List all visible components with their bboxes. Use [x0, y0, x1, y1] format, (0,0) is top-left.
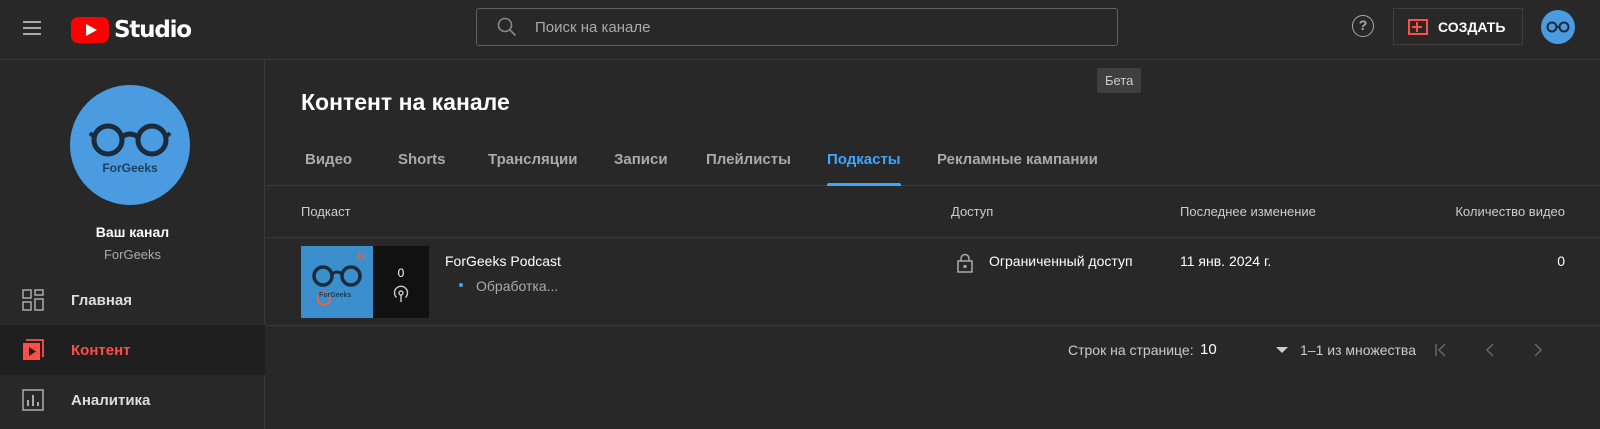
top-bar: Studio ? СОЗДАТЬ	[0, 0, 1600, 60]
page-range: 1–1 из множества	[1300, 342, 1416, 358]
avatar-channel-text: ForGeeks	[102, 161, 158, 175]
dashboard-icon	[22, 289, 44, 311]
glasses-icon	[88, 123, 172, 157]
episode-count: 0	[397, 266, 405, 280]
search-icon	[497, 17, 517, 37]
analytics-icon	[22, 389, 44, 411]
podcast-icon	[393, 285, 409, 302]
sidebar-item-label: Аналитика	[71, 391, 151, 409]
create-label: СОЗДАТЬ	[1438, 18, 1506, 35]
tab-podcasts[interactable]: Подкасты	[827, 151, 901, 186]
video-count: 0	[1557, 253, 1565, 269]
podcast-title[interactable]: ForGeeks Podcast	[445, 253, 561, 269]
tab-promotions[interactable]: Рекламные кампании	[937, 151, 1098, 186]
glasses-icon	[312, 265, 362, 287]
help-icon[interactable]: ?	[1352, 15, 1374, 37]
channel-avatar[interactable]: ForGeeks	[70, 85, 190, 205]
glasses-icon	[1546, 21, 1570, 33]
create-video-icon	[1408, 18, 1428, 35]
column-header-modified[interactable]: Последнее изменение	[1180, 204, 1316, 219]
table-row[interactable]: ForGeeks 0 ForGeeks Podcast Обработка...…	[266, 237, 1600, 325]
tab-shorts[interactable]: Shorts	[398, 151, 446, 186]
thumbnail-channel-text: ForGeeks	[319, 292, 352, 299]
heart-icon	[357, 252, 365, 260]
column-header-podcast[interactable]: Подкаст	[301, 204, 351, 219]
studio-logo[interactable]: Studio	[71, 14, 192, 46]
account-avatar[interactable]	[1541, 10, 1575, 44]
column-header-video-count[interactable]: Количество видео	[1455, 204, 1565, 219]
lock-icon	[957, 253, 973, 273]
rows-per-page-select[interactable]: 10	[1200, 337, 1295, 363]
sidebar-item-label: Контент	[71, 341, 131, 359]
tab-videos[interactable]: Видео	[305, 151, 352, 186]
sidebar-item-content[interactable]: Контент	[0, 325, 265, 375]
processing-status: Обработка...	[476, 278, 559, 294]
sidebar: ForGeeks Ваш канал ForGeeks Главная Конт…	[0, 61, 265, 429]
first-page-button[interactable]	[1428, 337, 1454, 363]
chevron-left-icon	[1485, 343, 1494, 357]
search-box[interactable]	[476, 8, 1118, 46]
row-divider	[266, 325, 1600, 326]
podcast-cover: ForGeeks	[301, 246, 373, 318]
beta-badge: Бета	[1097, 68, 1142, 93]
caret-down-icon	[1276, 347, 1288, 353]
tab-promotions-label: Рекламные кампании	[937, 151, 1098, 168]
youtube-play-icon	[71, 17, 109, 43]
next-page-button[interactable]	[1525, 337, 1551, 363]
modified-date: 11 янв. 2024 г.	[1180, 253, 1272, 269]
rows-per-page-value: 10	[1200, 341, 1217, 358]
column-header-access[interactable]: Доступ	[951, 204, 993, 219]
search-input[interactable]	[535, 18, 1075, 36]
content-tabs: Видео Shorts Трансляции Записи Плейлисты…	[266, 68, 1600, 186]
podcast-episode-count: 0	[373, 246, 429, 318]
sidebar-item-analytics[interactable]: Аналитика	[0, 375, 265, 425]
main-content: Контент на канале Видео Shorts Трансляци…	[266, 61, 1600, 429]
channel-name: ForGeeks	[103, 247, 162, 262]
page-title: Контент на канале	[301, 89, 510, 115]
chevron-right-icon	[1534, 343, 1543, 357]
first-page-icon	[1435, 343, 1446, 357]
menu-icon[interactable]	[20, 17, 44, 41]
rows-per-page-label: Строк на странице:	[1068, 342, 1194, 358]
access-status[interactable]: Ограниченный доступ	[989, 253, 1133, 269]
previous-page-button[interactable]	[1477, 337, 1503, 363]
content-icon	[23, 339, 44, 360]
create-button[interactable]: СОЗДАТЬ	[1393, 8, 1523, 45]
tab-posts[interactable]: Записи	[614, 151, 668, 186]
sidebar-item-dashboard[interactable]: Главная	[0, 275, 265, 325]
your-channel-label: Ваш канал	[95, 224, 170, 240]
tab-playlists[interactable]: Плейлисты	[706, 151, 791, 186]
sidebar-item-label: Главная	[71, 291, 133, 309]
podcast-thumbnail[interactable]: ForGeeks 0	[301, 246, 429, 318]
processing-spinner-icon	[459, 283, 463, 287]
logo-text: Studio	[114, 17, 192, 43]
tab-live[interactable]: Трансляции	[488, 151, 577, 186]
